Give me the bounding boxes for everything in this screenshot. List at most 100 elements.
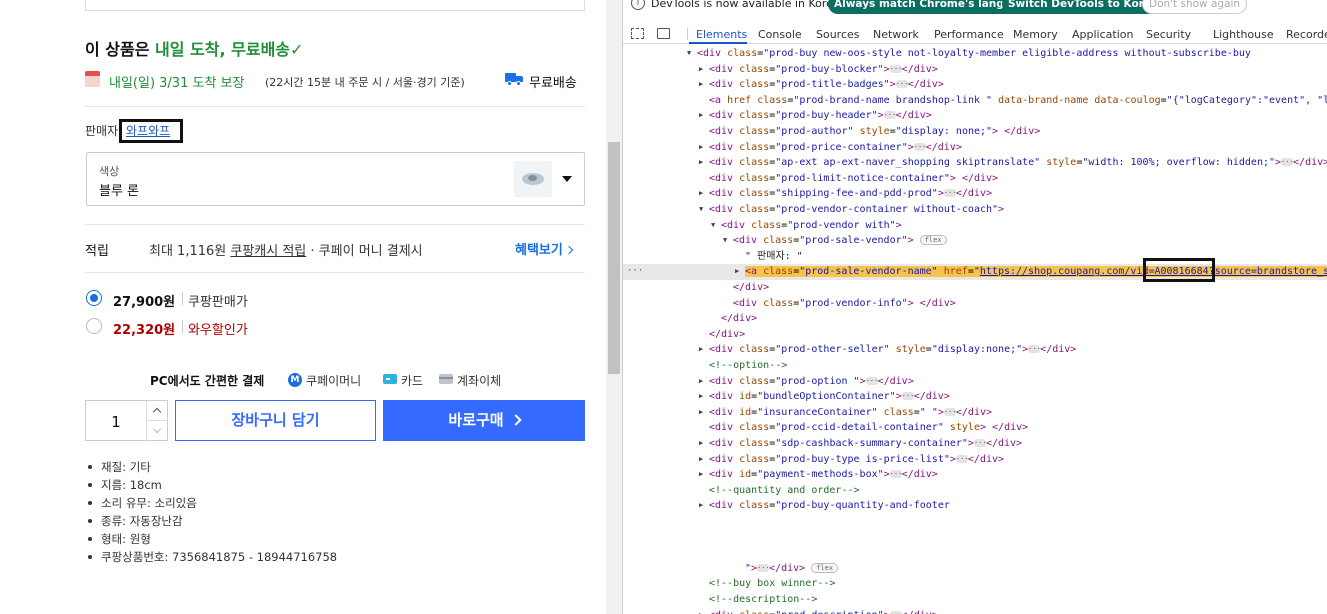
quantity-value[interactable]: 1: [86, 413, 146, 431]
dom-node-line[interactable]: ▶ <div id="insuranceContainer" class=" ">…: [623, 405, 1327, 421]
dom-node-line[interactable]: <div class="prod-ccid-detail-container" …: [623, 420, 1327, 436]
dom-node-line[interactable]: ▶<div class="prod-description">···</div>: [623, 608, 1327, 614]
quantity-up-icon[interactable]: [146, 401, 168, 421]
dom-node-line[interactable]: ▶ <div class="shipping-fee-and-pdd-prod">…: [623, 186, 1327, 202]
collapse-triangle-icon[interactable]: ▼: [711, 218, 719, 234]
expand-triangle-icon[interactable]: ▶: [699, 389, 707, 405]
page-scrollbar[interactable]: [606, 0, 622, 614]
tab-recorder[interactable]: Recorder: [1286, 28, 1327, 41]
tab-application[interactable]: Application: [1072, 28, 1133, 41]
devtools-panel: i DevTools is now available in Korean! A…: [622, 0, 1327, 614]
expand-triangle-icon[interactable]: ▶: [699, 405, 707, 421]
tab-network[interactable]: Network: [873, 28, 919, 41]
dom-node-line[interactable]: ">···</div> flex: [623, 561, 1327, 577]
buy-now-button[interactable]: 바로구매: [383, 400, 585, 441]
collapse-triangle-icon[interactable]: ▼: [687, 46, 695, 62]
separator: [687, 28, 688, 40]
dom-node-line[interactable]: ▼ <div class="prod-vendor with">: [623, 218, 1327, 234]
pay-option-coupay: 쿠페이머니: [306, 374, 362, 388]
radio-checked[interactable]: [86, 290, 102, 306]
expand-triangle-icon[interactable]: ▶: [699, 62, 707, 78]
color-option-select[interactable]: 색상 블루 론: [86, 152, 585, 206]
tab-sources[interactable]: Sources: [816, 28, 860, 41]
expand-triangle-icon[interactable]: ▶: [699, 374, 707, 390]
tab-memory[interactable]: Memory: [1013, 28, 1058, 41]
collapse-triangle-icon[interactable]: ▼: [699, 202, 707, 218]
dom-node-line[interactable]: ▶ <div class="prod-option ">···</div>: [623, 374, 1327, 390]
expand-triangle-icon[interactable]: ▶: [699, 140, 707, 156]
dom-node-line[interactable]: <div class="prod-vendor-info"> </div>: [623, 296, 1327, 312]
dom-node-line[interactable]: <a href class="prod-brand-name brandshop…: [623, 93, 1327, 109]
quantity-stepper[interactable]: 1: [85, 400, 168, 441]
separator: [182, 320, 183, 333]
dom-node-line[interactable]: ▶ <div class="sdp-cashback-summary-contai…: [623, 436, 1327, 452]
coupang-cash-link[interactable]: 쿠팡캐시 적립: [230, 244, 306, 259]
pay-option-card: 카드: [401, 374, 424, 388]
dont-show-again-button[interactable]: Don't show again: [1142, 0, 1248, 14]
dom-node-line[interactable]: ▼ <div class="prod-sale-vendor"> flex: [623, 233, 1327, 249]
tab-security[interactable]: Security: [1146, 28, 1191, 41]
pc-pay-row: PC에서도 간편한 결제 M 쿠페이머니 카드 계좌이체: [150, 372, 530, 388]
device-toolbar-icon[interactable]: [657, 28, 670, 39]
more-options-icon[interactable]: ···: [627, 264, 643, 280]
dom-node-line[interactable]: ▶ <div class="ap-ext ap-ext-naver_shoppin…: [623, 155, 1327, 171]
tab-elements[interactable]: Elements: [696, 28, 747, 41]
price-label: 와우할인가: [188, 323, 248, 338]
dom-node-line[interactable]: </div>: [623, 311, 1327, 327]
dom-node-line[interactable]: <!--description-->: [623, 592, 1327, 608]
dom-node-line[interactable]: ▶ <div class="prod-buy-header">···</div>: [623, 108, 1327, 124]
expand-triangle-icon[interactable]: ▶: [699, 77, 707, 93]
dom-node-line[interactable]: ▶ <div class="prod-price-container">···</…: [623, 140, 1327, 156]
tab-console[interactable]: Console: [758, 28, 802, 41]
dom-node-line[interactable]: " 판매자: ": [623, 249, 1327, 265]
option-label: 색상: [99, 165, 120, 178]
dom-node-line[interactable]: ▶ <div id="payment-methods-box">···</div>: [623, 467, 1327, 483]
expand-triangle-icon[interactable]: ▶: [699, 186, 707, 202]
dom-node-line[interactable]: </div>: [623, 327, 1327, 343]
expand-triangle-icon[interactable]: ▶: [735, 264, 743, 280]
dom-node-line[interactable]: <!--buy box winner-->: [623, 576, 1327, 592]
add-to-cart-button[interactable]: 장바구니 담기: [175, 400, 376, 441]
expand-triangle-icon[interactable]: ▶: [699, 608, 707, 614]
dom-node-line[interactable]: ▶ <div class="prod-title-badges">···</div…: [623, 77, 1327, 93]
dom-node-line[interactable]: ▶ ··· <a class="prod-sale-vendor-name" hre…: [623, 264, 1327, 280]
inspect-element-icon[interactable]: [631, 28, 644, 39]
expand-triangle-icon[interactable]: ▶: [699, 436, 707, 452]
dom-node-line[interactable]: ▼ <div class="prod-buy new-oos-style not-…: [623, 46, 1327, 62]
list-item: 쿠팡상품번호: 7356841875 - 18944716758: [86, 549, 586, 567]
dom-node-line[interactable]: ▶ <div id="bundleOptionContainer">···</di…: [623, 389, 1327, 405]
collapse-triangle-icon[interactable]: ▼: [723, 233, 731, 249]
pay-option-bank: 계좌이체: [457, 374, 502, 388]
quantity-down-icon[interactable]: [146, 421, 168, 441]
dom-node-line[interactable]: </div>: [623, 280, 1327, 296]
dom-node-line[interactable]: <!--option-->: [623, 358, 1327, 374]
tab-lighthouse[interactable]: Lighthouse: [1213, 28, 1274, 41]
dom-node-line[interactable]: ▼ <div class="prod-vendor-container witho…: [623, 202, 1327, 218]
expand-triangle-icon[interactable]: ▶: [699, 498, 707, 514]
dom-node-line[interactable]: ▶ <div class="prod-buy-type is-price-list…: [623, 452, 1327, 468]
dom-node-line[interactable]: [623, 530, 1327, 546]
benefit-link[interactable]: 혜택보기: [515, 239, 574, 258]
scrollbar-thumb[interactable]: [608, 142, 620, 374]
dom-node-line[interactable]: <div class="prod-limit-notice-container"…: [623, 171, 1327, 187]
dom-node-line[interactable]: ▶ <div class="prod-buy-blocker">···</div>: [623, 62, 1327, 78]
dom-node-line[interactable]: ▶ <div class="prod-other-seller" style="d…: [623, 342, 1327, 358]
expand-triangle-icon[interactable]: ▶: [699, 155, 707, 171]
expand-triangle-icon[interactable]: ▶: [699, 467, 707, 483]
expand-triangle-icon[interactable]: ▶: [699, 342, 707, 358]
dom-node-line[interactable]: ▶ <div class="prod-buy-quantity-and-foote…: [623, 498, 1327, 514]
dom-node-line[interactable]: <!--quantity and order-->: [623, 483, 1327, 499]
radio-unchecked[interactable]: [86, 318, 102, 334]
dom-node-line[interactable]: [623, 545, 1327, 561]
dom-node-line[interactable]: [623, 514, 1327, 530]
seller-name-link[interactable]: 와프와프: [126, 122, 170, 139]
tab-performance[interactable]: Performance: [934, 28, 1004, 41]
dom-node-line[interactable]: <div class="prod-author" style="display:…: [623, 124, 1327, 140]
product-page: 이 상품은 내일 도착, 무료배송✓ 내일(일) 3/31 도착 보장 (22시…: [0, 0, 606, 614]
dom-node-text: <a class="prod-sale-vendor-name" href="h…: [745, 264, 1327, 280]
separator: [182, 292, 183, 305]
truck-icon: [505, 73, 523, 86]
expand-triangle-icon[interactable]: ▶: [699, 452, 707, 468]
dom-node-text: </div>: [721, 313, 758, 325]
expand-triangle-icon[interactable]: ▶: [699, 108, 707, 124]
